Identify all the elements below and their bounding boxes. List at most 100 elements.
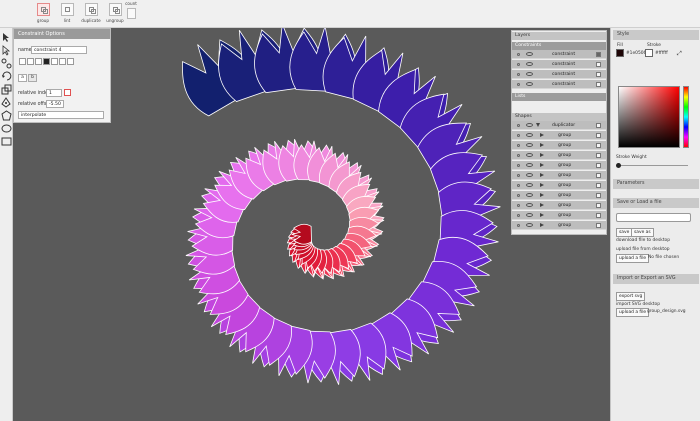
save-load-title: Save or Load a file: [613, 198, 699, 208]
fill-label: Fill: [617, 43, 623, 48]
group-row[interactable]: group: [512, 181, 606, 190]
group-row[interactable]: group: [512, 161, 606, 170]
expand-arrow-icon: [540, 173, 544, 177]
constraint-row[interactable]: constraint: [512, 70, 606, 79]
constraint-row[interactable]: constraint: [512, 60, 606, 69]
tab-b[interactable]: b: [28, 74, 37, 82]
name-field[interactable]: constraint 4: [31, 46, 87, 54]
expand-arrow-icon: [540, 143, 544, 147]
save-as-button[interactable]: save as: [631, 228, 654, 237]
eye-icon[interactable]: [526, 62, 533, 66]
expand-arrow-icon: [536, 123, 540, 127]
lists-header: Lists: [512, 93, 606, 101]
layers-panel: Layers Constraints constraint constraint…: [511, 30, 607, 235]
file-select[interactable]: [616, 213, 691, 222]
eye-icon[interactable]: [526, 153, 533, 157]
relative-index-field[interactable]: 1: [46, 89, 62, 97]
eye-icon[interactable]: [526, 143, 533, 147]
eye-icon[interactable]: [526, 213, 533, 217]
style-title: Style: [613, 30, 699, 40]
expand-arrow-icon: [540, 203, 544, 207]
stroke-label: Stroke: [647, 43, 661, 48]
export-svg-button[interactable]: export svg: [616, 292, 646, 301]
lint-button[interactable]: lint: [56, 3, 78, 23]
direct-select-tool-icon[interactable]: [1, 45, 12, 56]
pen-tool-icon[interactable]: [1, 97, 12, 108]
stroke-weight-slider[interactable]: [618, 165, 688, 166]
select-tool-icon[interactable]: [1, 32, 12, 43]
constraint-type-icon[interactable]: [35, 58, 42, 65]
expand-arrow-icon: [540, 193, 544, 197]
save-button[interactable]: save: [616, 228, 633, 237]
duplicate-button[interactable]: duplicate: [80, 3, 102, 23]
constraint-type-icon[interactable]: [43, 58, 50, 65]
color-picker[interactable]: [618, 86, 680, 148]
group-row[interactable]: group: [512, 171, 606, 180]
stroke-hex: #ffffff: [655, 51, 668, 56]
node-tool-icon[interactable]: [1, 58, 12, 69]
right-panel: Style Fill Stroke #1e0506 #ffffff ⤢ Stro…: [610, 28, 700, 421]
eye-icon[interactable]: [526, 123, 533, 127]
group-row[interactable]: group: [512, 201, 606, 210]
fill-hex: #1e0506: [626, 51, 647, 56]
scale-tool-icon[interactable]: [1, 84, 12, 95]
parameters-title: Parameters: [613, 179, 699, 189]
upload-svg-button[interactable]: upload a file: [616, 308, 650, 317]
group-row[interactable]: group: [512, 151, 606, 160]
fill-swatch[interactable]: [616, 49, 624, 57]
group-row[interactable]: group: [512, 211, 606, 220]
ellipse-tool-icon[interactable]: [1, 123, 12, 134]
tab-a[interactable]: a: [18, 74, 27, 82]
count-icon: [126, 8, 136, 19]
eye-icon[interactable]: [526, 82, 533, 86]
expand-arrow-icon: [540, 133, 544, 137]
eye-icon[interactable]: [526, 203, 533, 207]
constraints-header: Constraints: [512, 42, 606, 50]
polygon-tool-icon[interactable]: [1, 110, 12, 121]
relative-offset-field[interactable]: -5.50: [46, 100, 64, 108]
group-row[interactable]: group: [512, 221, 606, 230]
hue-slider[interactable]: [683, 86, 689, 148]
mode-select[interactable]: interpolate: [18, 111, 104, 119]
link-icon[interactable]: [64, 89, 71, 96]
group-icon: [36, 3, 50, 16]
stroke-weight-knob[interactable]: [616, 163, 621, 168]
eye-icon[interactable]: [526, 163, 533, 167]
eye-icon[interactable]: [526, 72, 533, 76]
group-button[interactable]: group: [32, 3, 54, 23]
constraint-type-icon[interactable]: [27, 58, 34, 65]
stroke-weight-label: Stroke Weight: [616, 155, 647, 160]
expand-arrow-icon: [540, 223, 544, 227]
import-label: import SVG desktop: [616, 302, 660, 307]
rectangle-tool-icon[interactable]: [1, 136, 12, 147]
spiral-leaf[interactable]: [291, 223, 312, 245]
eye-icon[interactable]: [526, 183, 533, 187]
stroke-swatch[interactable]: [645, 49, 653, 57]
panel-title: Constraint Options: [14, 29, 110, 39]
tool-column: [0, 28, 13, 421]
shapes-header: Shapes: [512, 113, 606, 121]
tab-bar: ab: [18, 74, 38, 83]
constraint-type-icon[interactable]: [67, 58, 74, 65]
constraint-type-icon[interactable]: [59, 58, 66, 65]
count-button[interactable]: count: [120, 1, 142, 19]
no-file-label: No file chosen: [648, 255, 680, 260]
eye-icon[interactable]: [526, 52, 533, 56]
eye-icon[interactable]: [526, 193, 533, 197]
rotate-tool-icon[interactable]: [1, 71, 12, 82]
eye-icon[interactable]: [526, 133, 533, 137]
constraint-row[interactable]: constraint: [512, 80, 606, 89]
constraint-row[interactable]: constraint: [512, 50, 606, 59]
group-row[interactable]: group: [512, 131, 606, 140]
eyedropper-icon[interactable]: ⤢: [677, 50, 682, 58]
top-toolbar: group lint duplicate ungroup count: [0, 0, 700, 28]
constraint-type-icon[interactable]: [19, 58, 26, 65]
eye-icon[interactable]: [526, 223, 533, 227]
group-row[interactable]: group: [512, 191, 606, 200]
constraint-options-panel: Constraint Options name constraint 4 ab …: [13, 28, 111, 123]
duplicator-row[interactable]: duplicator: [512, 121, 606, 130]
upload-file-button[interactable]: upload a file: [616, 254, 650, 263]
constraint-type-icon[interactable]: [51, 58, 58, 65]
group-row[interactable]: group: [512, 141, 606, 150]
eye-icon[interactable]: [526, 173, 533, 177]
